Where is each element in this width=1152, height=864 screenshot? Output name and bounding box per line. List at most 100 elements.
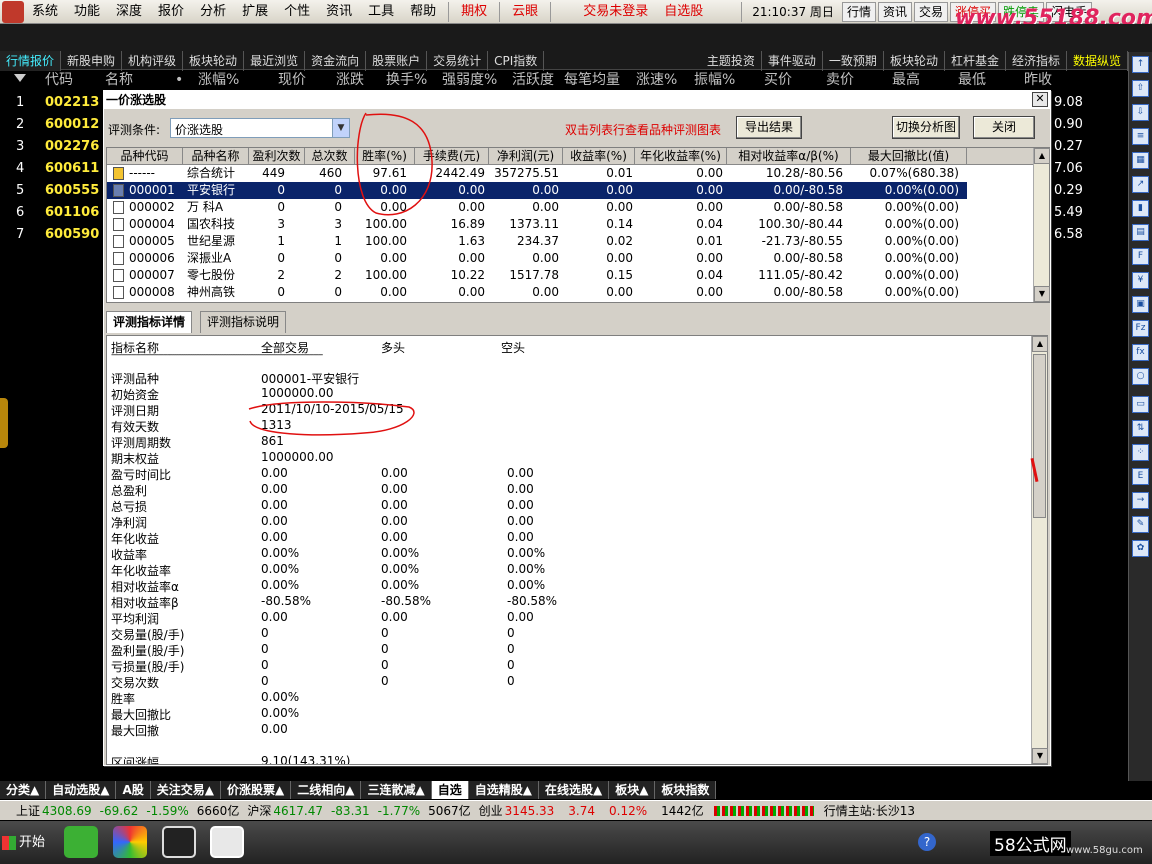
bottom-tab[interactable]: 价涨股票▲ [221,781,292,799]
function-tabs-left: 行情报价 新股申购 机构评级 板块轮动 最近浏览 资金流向 股票账户 交易统计 … [0,51,545,71]
col-ask[interactable]: 卖价 [826,71,892,90]
col-name[interactable]: 名称 [105,71,175,90]
login-icon[interactable]: → [1132,492,1149,509]
status-sh-pct: -1.59% [146,804,189,818]
left-expand-handle[interactable] [0,398,8,448]
bottom-tab[interactable]: 自选精股▲ [468,781,539,799]
tab-ipo[interactable]: 新股申购 [61,51,123,71]
up-arrow-icon[interactable]: ↑ [1132,56,1149,73]
report-icon[interactable]: ▣ [1132,296,1149,313]
menu-help[interactable]: 帮助 [402,0,444,24]
f10-icon[interactable]: F [1132,248,1149,265]
finance-icon[interactable]: ¥ [1132,272,1149,289]
bottom-tab[interactable]: A股 [116,781,151,799]
menu-options[interactable]: 期权 [453,0,495,24]
tab-recent[interactable]: 最近浏览 [244,51,306,71]
list-icon[interactable]: ≡ [1132,128,1149,145]
col-price[interactable]: 现价 [278,71,336,90]
sort-icon[interactable]: ⇅ [1132,420,1149,437]
tab-sector-rotation[interactable]: 板块轮动 [183,51,245,71]
kline-icon[interactable]: ▮ [1132,200,1149,217]
help-icon[interactable]: ? [918,833,936,851]
tab-data-overview[interactable]: 数据纵览 [1067,51,1128,71]
tab-rating[interactable]: 机构评级 [122,51,184,71]
menu-quote[interactable]: 报价 [150,0,192,24]
tab-economic[interactable]: 经济指标 [1006,51,1067,71]
col-speed[interactable]: 涨速% [636,71,694,90]
browser-icon[interactable] [113,826,147,858]
col-prev-close[interactable]: 昨收 [1024,71,1064,90]
tab-sector-rotation-2[interactable]: 板块轮动 [884,51,945,71]
info-button[interactable]: 资讯 [877,1,912,22]
folder-icon[interactable]: ▭ [1132,396,1149,413]
col-high[interactable]: 最高 [892,71,958,90]
quote-button[interactable]: 行情 [841,1,876,22]
tab-quote[interactable]: 行情报价 [0,51,62,71]
line-chart-icon[interactable]: ↗ [1132,176,1149,193]
f2-icon[interactable]: Fz [1132,320,1149,337]
nav-down-icon[interactable]: ⇩ [1132,104,1149,121]
col-pct[interactable]: 涨幅% [198,71,278,90]
tab-theme[interactable]: 主题投资 [701,51,762,71]
menu-analysis[interactable]: 分析 [192,0,234,24]
col-change[interactable]: 涨跌 [336,71,386,90]
col-avg-vol[interactable]: 每笔均量 [564,71,636,90]
trade-button[interactable]: 交易 [913,1,948,22]
dice-icon[interactable]: ⁘ [1132,444,1149,461]
grid-icon[interactable]: ▦ [1132,152,1149,169]
trade-login-status[interactable]: 交易未登录 [575,0,656,24]
watchlist-link[interactable]: 自选股 [656,0,711,24]
tab-event[interactable]: 事件驱动 [762,51,823,71]
menu-info[interactable]: 资讯 [318,0,360,24]
edit-icon[interactable]: ✎ [1132,516,1149,533]
menu-extend[interactable]: 扩展 [234,0,276,24]
stock-row[interactable]: 4 600611 [0,158,100,180]
menu-system[interactable]: 系统 [24,0,66,24]
bottom-tab[interactable]: 二线相向▲ [291,781,362,799]
bottom-tab[interactable]: 自选 [431,781,469,799]
stock-row[interactable]: 2 600012 [0,114,100,136]
menu-personal[interactable]: 个性 [276,0,318,24]
scroll-down-icon[interactable]: ▼ [1032,748,1048,764]
col-activity[interactable]: 活跃度 [512,71,564,90]
col-amplitude[interactable]: 振幅% [694,71,764,90]
col-turnover[interactable]: 换手% [386,71,442,90]
menu-tools[interactable]: 工具 [360,0,402,24]
tab-account[interactable]: 股票账户 [366,51,428,71]
bottom-tab[interactable]: 板块指数 [655,781,717,799]
table-icon[interactable]: ▤ [1132,224,1149,241]
trading-app-icon[interactable] [210,826,244,858]
bottom-tab[interactable]: 自动选股▲ [46,781,117,799]
stock-row[interactable]: 3 002276 [0,136,100,158]
tab-consensus[interactable]: 一致预期 [823,51,884,71]
quote-column-header: 代码 名称 • 涨幅% 现价 涨跌 换手% 强弱度% 活跃度 每笔均量 涨速% … [0,71,1130,90]
col-code[interactable]: 代码 [45,71,105,90]
etf-icon[interactable]: E [1132,468,1149,485]
stock-row[interactable]: 6 601106 [0,202,100,224]
tab-leverage-fund[interactable]: 杠杆基金 [945,51,1006,71]
menu-cloud-eye[interactable]: 云眼 [504,0,546,24]
stock-row[interactable]: 1 002213 [0,92,100,114]
col-low[interactable]: 最低 [958,71,1024,90]
bottom-tab[interactable]: 三连散减▲ [361,781,432,799]
col-bid[interactable]: 买价 [764,71,826,90]
nav-up-icon[interactable]: ⇧ [1132,80,1149,97]
tab-fund-flow[interactable]: 资金流向 [305,51,367,71]
settings-icon[interactable]: ✿ [1132,540,1149,557]
bottom-tab[interactable]: 在线选股▲ [538,781,610,799]
formula-icon[interactable]: fx [1132,344,1149,361]
col-strength[interactable]: 强弱度% [442,71,512,90]
tab-trade-stats[interactable]: 交易统计 [427,51,489,71]
bottom-tab[interactable]: 关注交易▲ [150,781,221,799]
circle-icon[interactable]: ○ [1132,368,1149,385]
menu-function[interactable]: 功能 [66,0,108,24]
qq-icon[interactable] [162,826,196,858]
bottom-tab[interactable]: 分类▲ [0,781,47,799]
stock-row[interactable]: 5 600555 [0,180,100,202]
bottom-tab[interactable]: 板块▲ [609,781,656,799]
menu-depth[interactable]: 深度 [108,0,150,24]
stock-row[interactable]: 7 600590 [0,224,100,246]
wechat-icon[interactable] [64,826,98,858]
start-button[interactable]: 开始 [2,829,52,857]
tab-cpi[interactable]: CPI指数 [488,51,545,71]
